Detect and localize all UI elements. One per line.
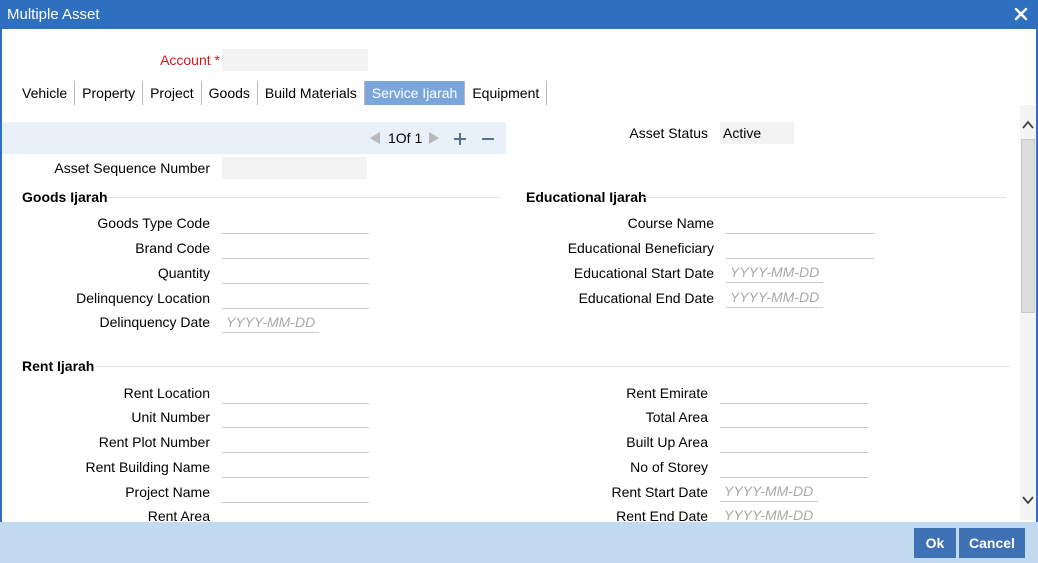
rent-plot-number-label: Rent Plot Number	[98, 434, 210, 450]
delinquency-location-label: Delinquency Location	[76, 290, 210, 306]
tab-service-ijarah[interactable]: Service Ijarah	[364, 81, 466, 105]
window-titlebar: Multiple Asset	[0, 0, 1038, 29]
rent-ijarah-heading: Rent Ijarah	[22, 358, 95, 374]
tab-build-materials[interactable]: Build Materials	[258, 81, 365, 105]
rent-start-date-input[interactable]	[720, 480, 818, 502]
prev-triangle-icon[interactable]	[369, 131, 381, 145]
educational-start-date-label: Educational Start Date	[573, 265, 714, 281]
asset-sequence-input[interactable]	[222, 157, 367, 179]
chevron-up-icon[interactable]	[1022, 119, 1034, 131]
window-title: Multiple Asset	[7, 6, 100, 23]
rent-location-label: Rent Location	[123, 385, 210, 401]
goods-ijarah-heading: Goods Ijarah	[22, 189, 108, 205]
no-of-storey-label: No of Storey	[630, 459, 708, 475]
dialog-footer	[0, 522, 1038, 563]
chevron-down-icon[interactable]	[1022, 494, 1034, 506]
project-name-input[interactable]	[222, 481, 369, 503]
tab-property[interactable]: Property	[75, 81, 144, 105]
ok-button[interactable]: Ok	[914, 528, 956, 558]
tab-goods[interactable]: Goods	[202, 81, 258, 105]
scrollbar-thumb[interactable]	[1021, 139, 1035, 313]
total-area-label: Total Area	[645, 409, 708, 425]
rent-location-input[interactable]	[222, 382, 369, 404]
educational-ijarah-divider	[642, 197, 1006, 198]
tab-project[interactable]: Project	[143, 81, 202, 105]
minus-icon[interactable]	[480, 131, 496, 147]
quantity-input[interactable]	[222, 262, 369, 284]
pager-text: 1Of 1	[388, 130, 423, 146]
quantity-label: Quantity	[157, 265, 210, 281]
delinquency-date-label: Delinquency Date	[99, 314, 210, 330]
asset-status-value: Active	[720, 122, 794, 144]
cancel-button[interactable]: Cancel	[959, 528, 1025, 558]
educational-ijarah-heading: Educational Ijarah	[526, 189, 647, 205]
course-name-label: Course Name	[627, 215, 714, 231]
no-of-storey-input[interactable]	[720, 456, 868, 478]
built-up-area-input[interactable]	[720, 431, 868, 453]
educational-beneficiary-label: Educational Beneficiary	[567, 240, 714, 256]
delinquency-date-input[interactable]	[222, 311, 319, 333]
total-area-input[interactable]	[720, 406, 868, 428]
educational-start-date-input[interactable]	[726, 261, 823, 283]
brand-code-input[interactable]	[222, 237, 369, 259]
educational-end-date-input[interactable]	[726, 286, 823, 308]
goods-type-code-input[interactable]	[222, 212, 369, 234]
rent-emirate-input[interactable]	[720, 382, 868, 404]
educational-beneficiary-input[interactable]	[726, 237, 874, 259]
unit-number-label: Unit Number	[131, 409, 210, 425]
delinquency-location-input[interactable]	[222, 287, 369, 309]
rent-ijarah-divider	[96, 366, 1010, 367]
vertical-scrollbar[interactable]	[1020, 105, 1036, 520]
asset-type-tabs: Vehicle Property Project Goods Build Mat…	[15, 81, 548, 105]
course-name-input[interactable]	[726, 212, 874, 234]
rent-plot-number-input[interactable]	[222, 431, 369, 453]
rent-emirate-label: Rent Emirate	[626, 385, 708, 401]
asset-sequence-label: Asset Sequence Number	[54, 160, 210, 176]
account-label: Account *	[160, 52, 220, 68]
goods-ijarah-divider	[108, 197, 501, 198]
brand-code-label: Brand Code	[135, 240, 210, 256]
asset-status-label: Asset Status	[629, 125, 708, 141]
account-input[interactable]	[222, 49, 368, 71]
project-name-label: Project Name	[125, 484, 210, 500]
goods-type-code-label: Goods Type Code	[97, 215, 210, 231]
rent-building-name-input[interactable]	[222, 456, 369, 478]
rent-building-name-label: Rent Building Name	[85, 459, 210, 475]
plus-icon[interactable]	[452, 131, 468, 147]
unit-number-input[interactable]	[222, 406, 369, 428]
rent-start-date-label: Rent Start Date	[611, 484, 709, 500]
built-up-area-label: Built Up Area	[626, 434, 708, 450]
educational-end-date-label: Educational End Date	[578, 290, 714, 306]
close-icon[interactable]	[1012, 5, 1030, 23]
tab-equipment[interactable]: Equipment	[465, 81, 548, 105]
tab-vehicle[interactable]: Vehicle	[15, 81, 76, 105]
next-triangle-icon[interactable]	[428, 131, 440, 145]
